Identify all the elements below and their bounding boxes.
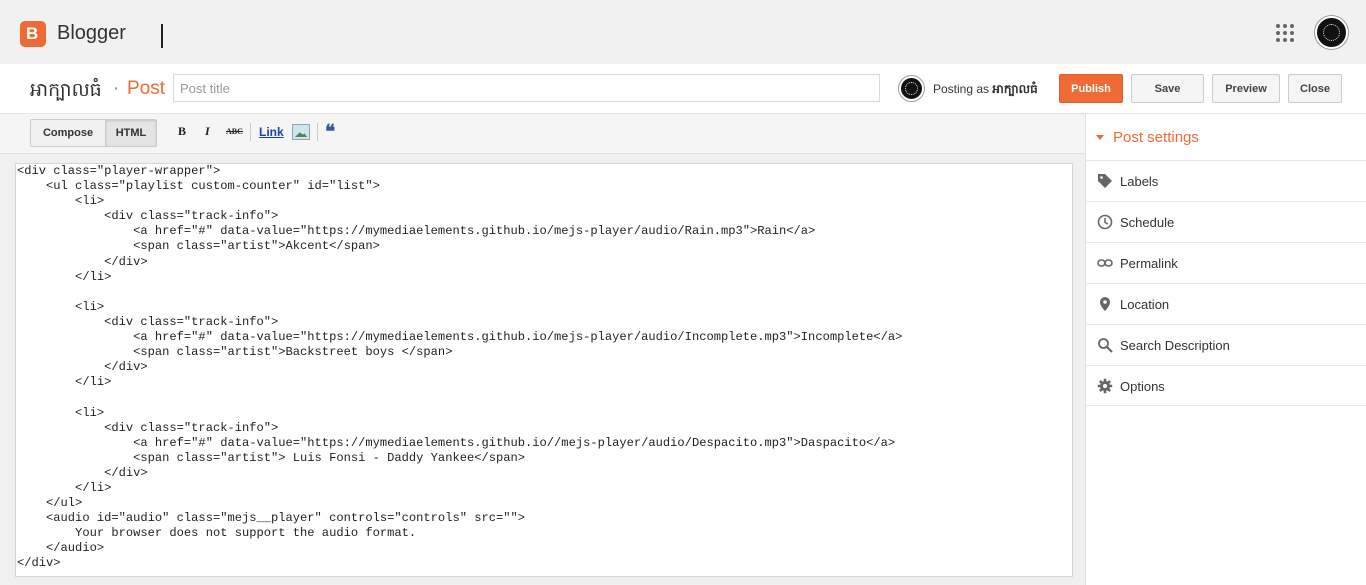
code-line[interactable]: <div class="track-info"> — [17, 209, 1072, 224]
code-line[interactable]: </div> — [17, 466, 1072, 481]
post-title-input[interactable] — [173, 74, 880, 102]
account-avatar[interactable] — [1315, 16, 1348, 49]
save-button[interactable]: Save — [1131, 74, 1204, 103]
setting-options[interactable]: Options — [1086, 365, 1366, 406]
setting-schedule[interactable]: Schedule — [1086, 201, 1366, 242]
code-line[interactable]: <a href="#" data-value="https://mymediae… — [17, 224, 1072, 239]
tag-icon — [1098, 174, 1112, 188]
code-line[interactable] — [17, 390, 1072, 405]
breadcrumb-post: Post — [127, 78, 166, 99]
posting-as-text: Posting as អាក្បាលធំ — [933, 81, 1038, 99]
code-line[interactable]: <li> — [17, 406, 1072, 421]
code-line[interactable]: <a href="#" data-value="https://mymediae… — [17, 330, 1072, 345]
bold-button[interactable]: B — [178, 124, 186, 139]
html-editor[interactable]: <div class="player-wrapper"> <ul class="… — [15, 163, 1073, 577]
apps-grid-icon[interactable] — [1276, 24, 1294, 42]
code-line[interactable]: <span class="artist">Akcent</span> — [17, 239, 1072, 254]
link-icon — [1097, 259, 1113, 267]
author-avatar — [899, 76, 924, 101]
setting-label: Permalink — [1120, 256, 1178, 271]
code-line[interactable]: </audio> — [17, 541, 1072, 556]
post-settings-title[interactable]: Post settings — [1113, 129, 1199, 146]
code-line[interactable]: <audio id="audio" class="mejs__player" c… — [17, 511, 1072, 526]
app-name: Blogger — [57, 22, 126, 44]
publish-button[interactable]: Publish — [1059, 74, 1123, 103]
code-line[interactable]: <div class="player-wrapper"> — [17, 164, 1072, 179]
setting-label: Schedule — [1120, 215, 1175, 230]
code-line[interactable]: <span class="artist"> Luis Fonsi - Daddy… — [17, 451, 1072, 466]
setting-label: Location — [1120, 297, 1170, 312]
code-line[interactable]: </div> — [17, 556, 1072, 571]
insert-image-icon[interactable] — [292, 124, 310, 140]
italic-button[interactable]: I — [205, 124, 210, 139]
blog-name[interactable]: អាក្បាលធំ — [30, 78, 102, 106]
collapse-arrow-icon[interactable] — [1096, 135, 1104, 140]
posting-as-name: អាក្បាលធំ — [992, 82, 1038, 96]
code-line[interactable]: <div class="track-info"> — [17, 421, 1072, 436]
toolbar-divider — [250, 123, 251, 141]
setting-labels[interactable]: Labels — [1086, 160, 1366, 201]
clock-icon — [1097, 214, 1113, 230]
setting-location[interactable]: Location — [1086, 283, 1366, 324]
setting-search-description[interactable]: Search Description — [1086, 324, 1366, 365]
code-line[interactable]: <span class="artist">Backstreet boys </s… — [17, 345, 1072, 360]
code-line[interactable]: </ul> — [17, 496, 1072, 511]
code-line[interactable]: Your browser does not support the audio … — [17, 526, 1072, 541]
code-line[interactable]: <li> — [17, 300, 1072, 315]
app-bar — [0, 0, 1366, 64]
compose-mode-button[interactable]: Compose — [30, 119, 106, 147]
code-line[interactable]: </li> — [17, 481, 1072, 496]
close-button[interactable]: Close — [1288, 74, 1342, 103]
search-icon — [1098, 338, 1113, 353]
gear-icon — [1097, 378, 1113, 394]
code-line[interactable]: <div class="track-info"> — [17, 315, 1072, 330]
toolbar-divider — [317, 123, 318, 141]
code-line[interactable]: </div> — [17, 255, 1072, 270]
code-content[interactable]: <div class="player-wrapper"> <ul class="… — [16, 164, 1072, 572]
setting-permalink[interactable]: Permalink — [1086, 242, 1366, 283]
link-button[interactable]: Link — [259, 125, 284, 139]
breadcrumb-separator: · — [113, 78, 120, 99]
code-line[interactable]: <li> — [17, 194, 1072, 209]
code-line[interactable]: </div> — [17, 360, 1072, 375]
setting-label: Search Description — [1120, 338, 1230, 353]
posting-as-prefix: Posting as — [933, 82, 990, 96]
quote-icon[interactable]: ❝ — [325, 121, 335, 144]
code-line[interactable]: <ul class="playlist custom-counter" id="… — [17, 179, 1072, 194]
text-cursor — [161, 24, 163, 48]
location-pin-icon — [1100, 297, 1110, 311]
html-mode-button[interactable]: HTML — [105, 119, 157, 147]
code-line[interactable]: <a href="#" data-value="https://mymediae… — [17, 436, 1072, 451]
code-line[interactable]: </li> — [17, 375, 1072, 390]
code-line[interactable] — [17, 285, 1072, 300]
editor-toolbar — [0, 114, 1085, 154]
setting-label: Labels — [1120, 174, 1159, 189]
setting-label: Options — [1120, 379, 1165, 394]
blogger-logo-icon[interactable]: B — [20, 21, 46, 47]
strikethrough-button[interactable]: ABC — [226, 127, 243, 136]
preview-button[interactable]: Preview — [1212, 74, 1280, 103]
code-line[interactable]: </li> — [17, 270, 1072, 285]
